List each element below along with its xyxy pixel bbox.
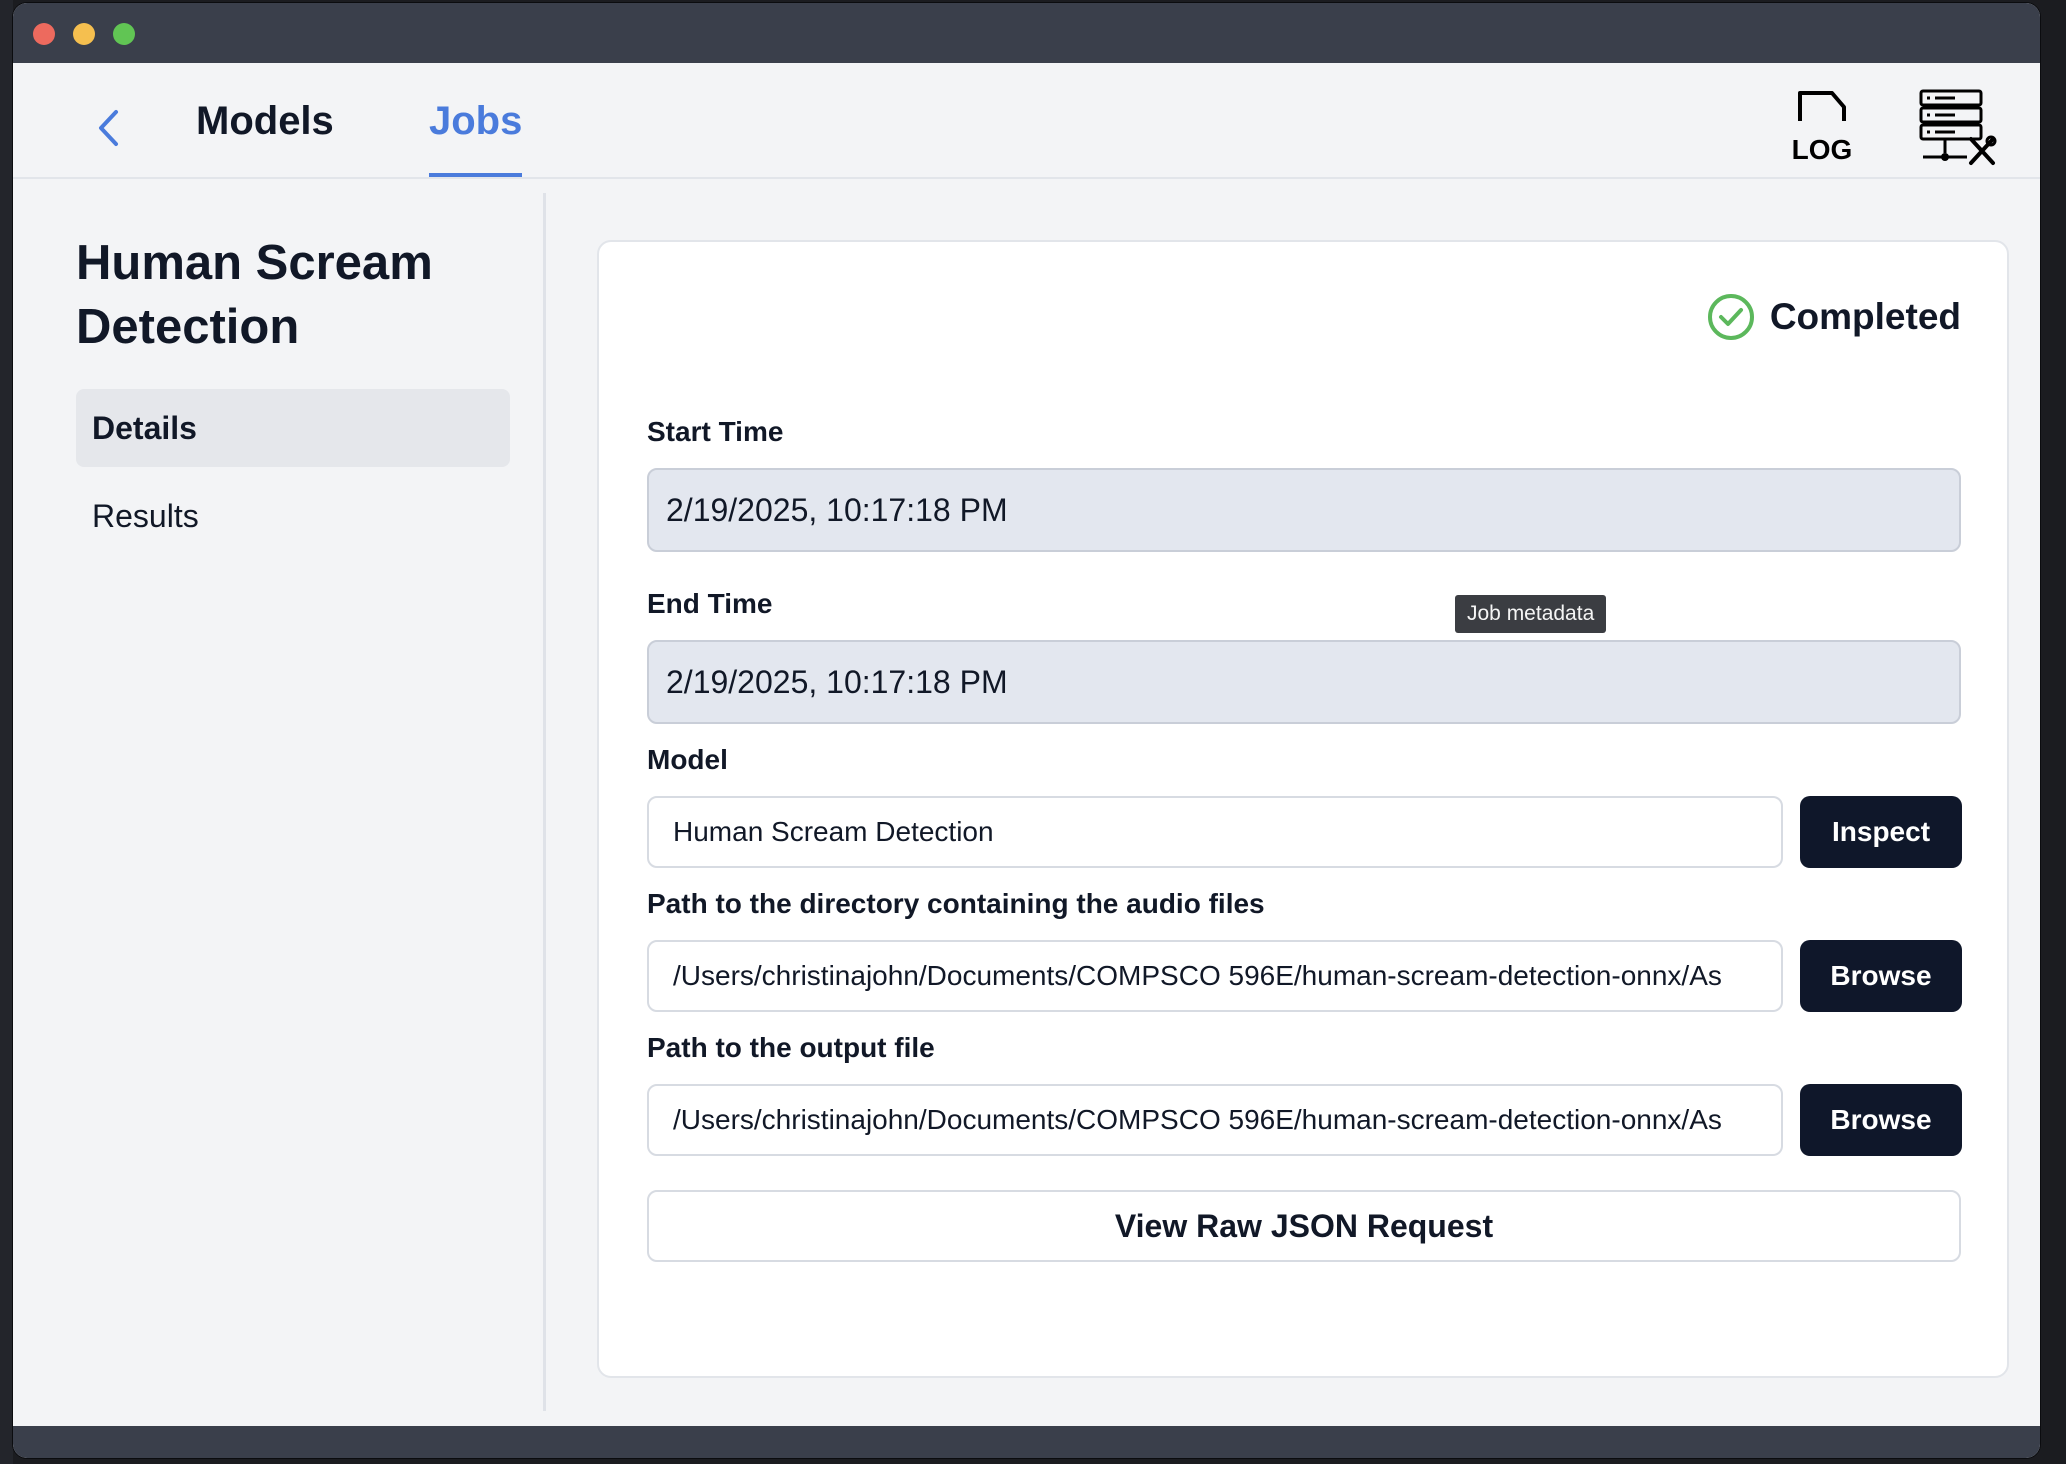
server-settings-button[interactable] [1915,87,1997,167]
window-titlebar [13,3,2040,63]
log-file-icon: LOG [1792,91,1853,165]
audio-dir-label: Path to the directory containing the aud… [647,888,1265,919]
chevron-left-icon [99,110,118,146]
audio-dir-input[interactable]: /Users/christinajohn/Documents/COMPSCO 5… [647,940,1783,1012]
desktop-backdrop [0,0,13,1464]
tab-models[interactable]: Models [196,99,334,177]
log-label: LOG [1792,134,1853,165]
log-button[interactable]: LOG [1788,89,1858,169]
app-window: Models Jobs LOG Human Scream Detection D… [13,3,2040,1458]
model-label: Model [647,744,728,775]
browse-output-file-button[interactable]: Browse [1800,1084,1962,1156]
status-badge: Completed [1706,292,1961,342]
output-file-input[interactable]: /Users/christinajohn/Documents/COMPSCO 5… [647,1084,1783,1156]
sidebar: Human Scream Detection Details Results [13,179,543,1409]
job-details-card: Completed Start Time 2/19/2025, 10:17:18… [597,240,2009,1378]
end-time-label: End Time [647,588,773,619]
start-time-label: Start Time [647,416,784,447]
job-metadata-tooltip: Job metadata [1455,595,1607,633]
window-close-button[interactable] [33,23,55,45]
tab-jobs[interactable]: Jobs [429,99,523,177]
status-text: Completed [1769,296,1961,337]
view-raw-json-button[interactable]: View Raw JSON Request [647,1190,1961,1262]
window-minimize-button[interactable] [73,23,95,45]
job-title: Human Scream Detection [76,236,433,354]
browse-audio-dir-button[interactable]: Browse [1800,940,1962,1012]
check-circle-icon [1707,294,1754,340]
sidebar-divider [543,193,546,1411]
server-tools-icon [1919,89,1997,165]
window-maximize-button[interactable] [113,23,135,45]
top-navigation: Models Jobs LOG [13,63,2040,179]
inspect-button[interactable]: Inspect [1800,796,1962,868]
sidebar-item-results[interactable]: Results [76,477,510,555]
window-bottom-bar [13,1426,2040,1458]
start-time-field: 2/19/2025, 10:17:18 PM [647,468,1961,552]
back-button[interactable] [83,103,133,153]
end-time-field: 2/19/2025, 10:17:18 PM [647,640,1961,724]
model-input[interactable]: Human Scream Detection [647,796,1783,868]
sidebar-item-details[interactable]: Details [76,389,510,467]
output-file-label: Path to the output file [647,1032,935,1063]
